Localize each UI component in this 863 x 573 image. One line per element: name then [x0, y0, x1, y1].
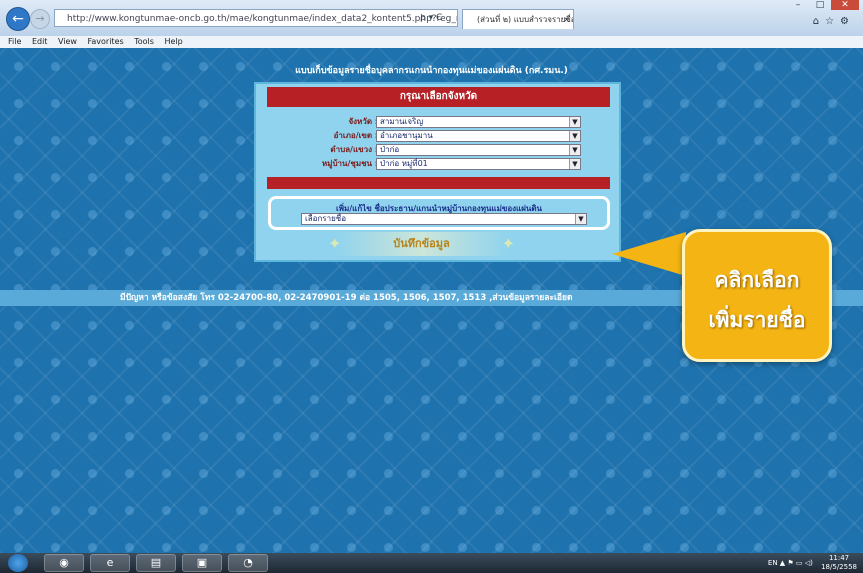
village-label: หมู่บ้าน/ชุมชน : — [321, 159, 378, 168]
forward-arrow-icon[interactable]: → — [30, 9, 50, 29]
village-value: ป่าก่อ หมู่ที่01 — [380, 159, 428, 168]
media-app-icon[interactable]: ◉ — [44, 554, 84, 572]
browser-chrome: ← → http://www.kongtunmae-oncb.go.th/mae… — [0, 0, 863, 49]
minimize-icon[interactable]: – — [787, 0, 809, 10]
subdistrict-value: ป่าก่อ — [380, 145, 400, 154]
home-icon[interactable]: ⌂ — [813, 16, 825, 27]
village-row: หมู่บ้าน/ชุมชน : ป่าก่อ หมู่ที่01 ▼ — [256, 158, 623, 170]
back-arrow-icon[interactable]: ← — [6, 7, 30, 31]
footer-contact-text: มีปัญหา หรือข้อสงสัย โทร 02-24700-80, 02… — [120, 293, 573, 303]
menu-file[interactable]: File — [8, 36, 21, 48]
clock[interactable]: 11:47 18/5/2558 — [821, 554, 857, 572]
chevron-down-icon[interactable]: ▼ — [569, 145, 580, 155]
subdistrict-select[interactable]: ป่าก่อ ▼ — [376, 144, 581, 156]
chat-app-icon[interactable]: ◔ — [228, 554, 268, 572]
menu-tools[interactable]: Tools — [134, 36, 154, 48]
name-select[interactable]: เลือกรายชื่อ ▼ — [301, 213, 587, 225]
tab-title: (ส่วนที่ ๒) แบบสำรวจรายชื่อบุค... — [477, 15, 574, 24]
menu-favorites[interactable]: Favorites — [88, 36, 124, 48]
save-button[interactable]: บันทึกข้อมูล — [328, 232, 515, 256]
browser-tab[interactable]: (ส่วนที่ ๒) แบบสำรวจรายชื่อบุค... × — [462, 9, 574, 29]
address-row: ← → http://www.kongtunmae-oncb.go.th/mae… — [0, 0, 863, 36]
close-icon[interactable]: ✕ — [831, 0, 859, 10]
chevron-down-icon[interactable]: ▼ — [569, 117, 580, 127]
page-title: แบบเก็บข้อมูลรายชื่อบุคลากรแกนนำกองทุนแม… — [295, 66, 568, 76]
callout-pointer — [612, 232, 686, 276]
browser-app-icon[interactable]: e — [90, 554, 130, 572]
district-label: อำเภอ/เขต : — [333, 131, 378, 140]
section-divider — [267, 177, 610, 189]
chevron-down-icon[interactable]: ▼ — [575, 214, 586, 224]
menu-help[interactable]: Help — [164, 36, 182, 48]
address-tools[interactable]: ρ ▾ C — [420, 9, 442, 27]
province-row: จังหวัด : สามานเจริญ ▼ — [256, 116, 623, 128]
folder-app-icon[interactable]: ▤ — [136, 554, 176, 572]
maximize-icon[interactable]: □ — [809, 0, 831, 10]
name-select-value: เลือกรายชื่อ — [305, 214, 346, 223]
village-select[interactable]: ป่าก่อ หมู่ที่01 ▼ — [376, 158, 581, 170]
menu-view[interactable]: View — [58, 36, 77, 48]
form-title: กรุณาเลือกจังหวัด — [267, 87, 610, 107]
callout-line-2: เพิ่มรายชื่อ — [708, 308, 806, 332]
gear-icon[interactable]: ⚙ — [840, 16, 855, 27]
instruction-callout: คลิกเลือก เพิ่มรายชื่อ — [682, 229, 832, 362]
toolbar-icons: ⌂☆⚙ — [813, 16, 855, 27]
system-tray: EN ▲ ⚑ ▭ ◁) 11:47 18/5/2558 — [768, 553, 857, 573]
district-row: อำเภอ/เขต : อำเภอชานุมาน ▼ — [256, 130, 623, 142]
page-body: แบบเก็บข้อมูลรายชื่อบุคลากรแกนนำกองทุนแม… — [0, 48, 863, 553]
start-button[interactable] — [8, 554, 28, 572]
chevron-down-icon[interactable]: ▼ — [569, 159, 580, 169]
language-indicator[interactable]: EN — [768, 559, 778, 567]
tray-icons[interactable]: ▲ ⚑ ▭ ◁) — [780, 559, 813, 567]
subdistrict-row: ตำบล/แขวง : ป่าก่อ ▼ — [256, 144, 623, 156]
clock-date: 18/5/2558 — [821, 563, 857, 571]
window-app-icon[interactable]: ▣ — [182, 554, 222, 572]
taskbar: ◉ e ▤ ▣ ◔ EN ▲ ⚑ ▭ ◁) 11:47 18/5/2558 — [0, 553, 863, 573]
callout-line-1: คลิกเลือก — [714, 268, 800, 292]
clock-time: 11:47 — [828, 554, 850, 562]
chevron-down-icon[interactable]: ▼ — [569, 131, 580, 141]
star-icon[interactable]: ☆ — [825, 16, 840, 27]
province-value: สามานเจริญ — [380, 117, 424, 126]
district-value: อำเภอชานุมาน — [380, 131, 433, 140]
add-name-section: เพิ่ม/แก้ไข ชื่อประธาน/แกนนำหมู่บ้านกองท… — [268, 196, 610, 230]
province-select[interactable]: สามานเจริญ ▼ — [376, 116, 581, 128]
tab-close-icon[interactable]: × — [563, 10, 570, 29]
window-controls: – □ ✕ — [787, 0, 859, 12]
subdistrict-label: ตำบล/แขวง : — [330, 145, 378, 154]
province-label: จังหวัด : — [348, 117, 378, 126]
menu-edit[interactable]: Edit — [32, 36, 48, 48]
district-select[interactable]: อำเภอชานุมาน ▼ — [376, 130, 581, 142]
address-bar[interactable]: http://www.kongtunmae-oncb.go.th/mae/kon… — [54, 9, 458, 27]
